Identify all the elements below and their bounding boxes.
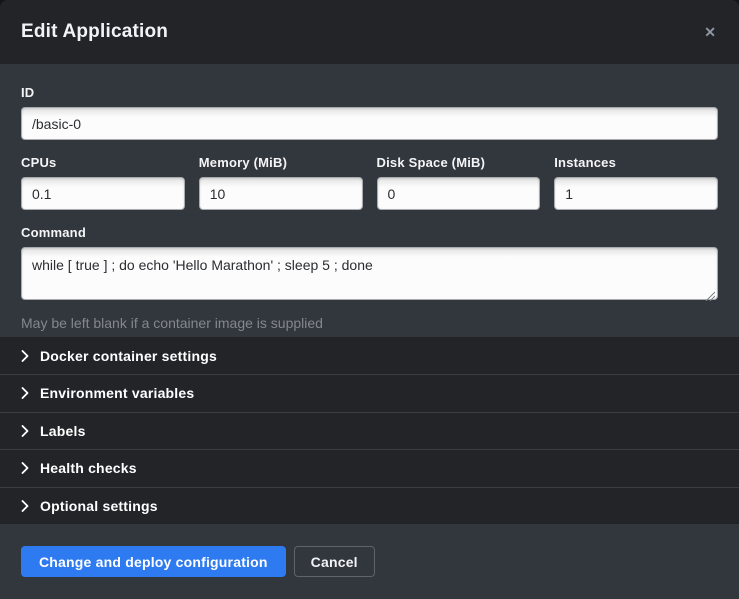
- chevron-right-icon: [21, 387, 29, 399]
- resources-row: CPUs Memory (MiB) Disk Space (MiB) Insta…: [21, 155, 718, 210]
- chevron-right-icon: [21, 500, 29, 512]
- chevron-right-icon: [21, 425, 29, 437]
- memory-input[interactable]: [199, 177, 363, 210]
- field-group-cpus: CPUs: [21, 155, 185, 210]
- cancel-button[interactable]: Cancel: [294, 546, 375, 577]
- disk-input[interactable]: [377, 177, 541, 210]
- disk-label: Disk Space (MiB): [377, 155, 541, 171]
- memory-label: Memory (MiB): [199, 155, 363, 171]
- close-icon[interactable]: ✕: [702, 21, 718, 43]
- id-label: ID: [21, 85, 718, 101]
- instances-label: Instances: [554, 155, 718, 171]
- section-label: Labels: [40, 423, 86, 439]
- chevron-right-icon: [21, 462, 29, 474]
- instances-input[interactable]: [554, 177, 718, 210]
- accordion-sections: Docker container settings Environment va…: [0, 337, 739, 524]
- id-input[interactable]: [21, 107, 718, 140]
- modal-title: Edit Application: [21, 21, 168, 43]
- cpus-label: CPUs: [21, 155, 185, 171]
- command-help-text: May be left blank if a container image i…: [21, 314, 718, 332]
- command-textarea[interactable]: while [ true ] ; do echo 'Hello Marathon…: [21, 247, 718, 300]
- chevron-right-icon: [21, 350, 29, 362]
- field-group-disk: Disk Space (MiB): [377, 155, 541, 210]
- field-group-id: ID: [21, 85, 718, 140]
- section-labels[interactable]: Labels: [0, 412, 739, 450]
- field-group-command: Command while [ true ] ; do echo 'Hello …: [21, 225, 718, 332]
- section-label: Health checks: [40, 460, 137, 476]
- field-group-memory: Memory (MiB): [199, 155, 363, 210]
- textarea-resize-handle[interactable]: [705, 291, 715, 301]
- application-form: ID CPUs Memory (MiB) Disk Space (MiB) In…: [0, 64, 739, 337]
- section-label: Environment variables: [40, 385, 194, 401]
- section-optional-settings[interactable]: Optional settings: [0, 487, 739, 525]
- cpus-input[interactable]: [21, 177, 185, 210]
- section-label: Docker container settings: [40, 348, 217, 364]
- change-and-deploy-button[interactable]: Change and deploy configuration: [21, 546, 286, 577]
- modal-header: Edit Application ✕: [0, 0, 739, 64]
- section-health-checks[interactable]: Health checks: [0, 449, 739, 487]
- section-environment-variables[interactable]: Environment variables: [0, 374, 739, 412]
- modal-footer: Change and deploy configuration Cancel: [0, 524, 739, 599]
- command-label: Command: [21, 225, 718, 241]
- edit-application-modal: Edit Application ✕ ID CPUs Memory (MiB) …: [0, 0, 739, 599]
- section-docker-container-settings[interactable]: Docker container settings: [0, 337, 739, 374]
- section-label: Optional settings: [40, 498, 158, 514]
- field-group-instances: Instances: [554, 155, 718, 210]
